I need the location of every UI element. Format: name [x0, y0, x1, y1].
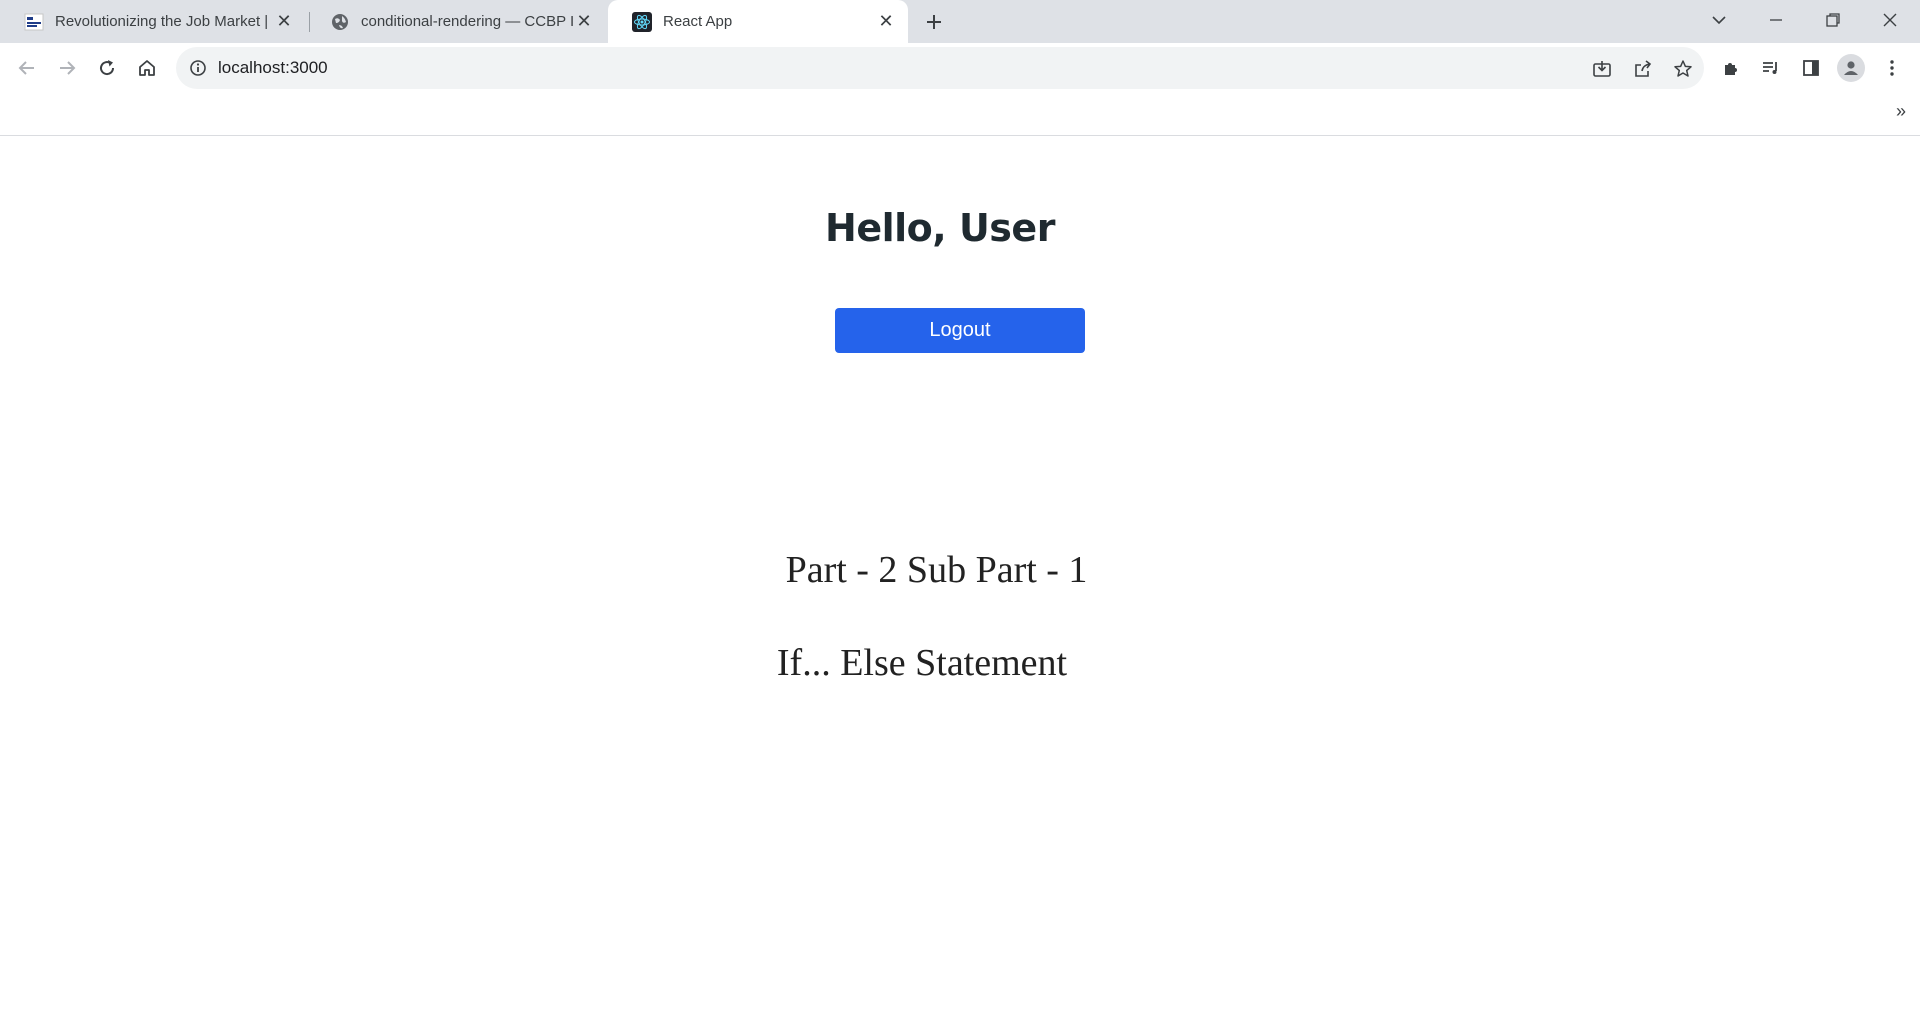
nxtwave-logo-icon	[24, 12, 44, 32]
extensions-icon[interactable]	[1717, 54, 1745, 82]
share-icon[interactable]	[1630, 56, 1656, 82]
profile-avatar-icon[interactable]	[1837, 54, 1865, 82]
tab-react-app[interactable]: React App ✕	[608, 0, 908, 43]
tab-title: React App	[663, 13, 733, 30]
tab-search-button[interactable]	[1691, 0, 1747, 40]
home-button[interactable]	[131, 52, 163, 84]
close-tab-icon[interactable]: ✕	[876, 11, 896, 32]
logout-button[interactable]: Logout	[835, 308, 1085, 353]
tab-title: conditional-rendering — CCBP ID	[361, 13, 574, 30]
forward-button[interactable]	[51, 52, 83, 84]
close-tab-icon[interactable]: ✕	[574, 11, 594, 32]
reload-button[interactable]	[91, 52, 123, 84]
globe-icon	[330, 12, 350, 32]
tab-strip: Revolutionizing the Job Market | ✕ condi…	[0, 0, 1920, 43]
section-subtitle: If... Else Statement	[776, 642, 1068, 684]
side-panel-icon[interactable]	[1797, 54, 1825, 82]
bookmark-star-icon[interactable]	[1670, 56, 1696, 82]
close-window-button[interactable]	[1862, 0, 1918, 40]
address-bar[interactable]: localhost:3000	[176, 47, 1704, 89]
react-logo-icon	[632, 11, 652, 32]
install-app-icon[interactable]	[1589, 56, 1615, 82]
browser-menu-icon[interactable]	[1878, 54, 1906, 82]
bookmarks-bar: »	[0, 93, 1920, 136]
tab-conditional-rendering[interactable]: conditional-rendering — CCBP ID ✕	[306, 0, 606, 43]
close-tab-icon[interactable]: ✕	[274, 11, 294, 32]
media-controls-icon[interactable]	[1757, 54, 1785, 82]
tab-job-market[interactable]: Revolutionizing the Job Market | ✕	[0, 0, 306, 43]
new-tab-button[interactable]	[920, 8, 948, 36]
back-button[interactable]	[11, 52, 43, 84]
bookmarks-overflow-icon[interactable]: »	[1896, 101, 1906, 122]
restore-button[interactable]	[1805, 0, 1861, 40]
minimize-button[interactable]	[1748, 0, 1804, 40]
browser-toolbar: localhost:3000	[0, 43, 1920, 93]
part-title: Part - 2 Sub Part - 1	[785, 549, 1088, 591]
site-info-icon[interactable]	[188, 58, 208, 78]
url-text[interactable]: localhost:3000	[218, 47, 328, 89]
tab-title: Revolutionizing the Job Market |	[55, 13, 269, 30]
greeting-heading: Hello, User	[825, 206, 1055, 250]
page-content: Hello, User Logout Part - 2 Sub Part - 1…	[0, 136, 1920, 1017]
